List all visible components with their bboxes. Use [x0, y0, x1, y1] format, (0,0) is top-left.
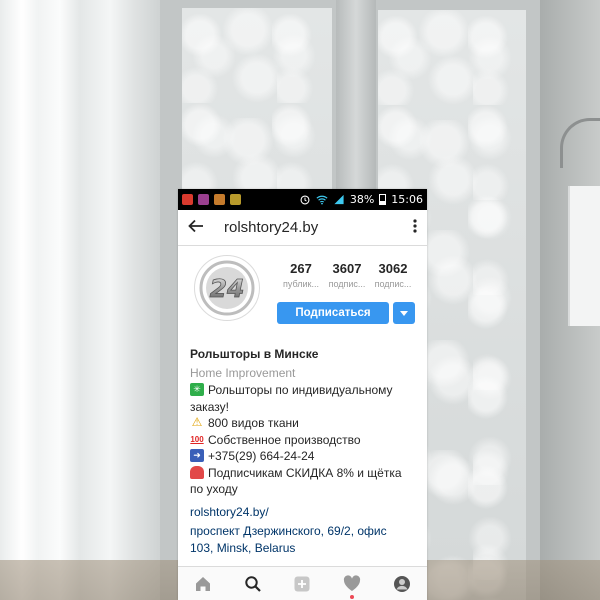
instagram-app-icon: [198, 194, 209, 205]
address-line-1: проспект Дзержинского, 69/2, офис: [190, 524, 387, 538]
address-link[interactable]: проспект Дзержинского, 69/2, офис 103, M…: [190, 523, 420, 556]
siren-emoji: [190, 465, 204, 479]
stat-following[interactable]: 3062 подпис...: [370, 261, 416, 289]
profile-display-name: Рольшторы в Минске: [190, 347, 319, 361]
bio-line-text: по уходу: [190, 482, 238, 496]
svg-text:24: 24: [210, 274, 245, 303]
profile-header: rolshtory24.by: [178, 210, 427, 246]
bio-line: Подписчикам СКИДКА 8% и щётка: [190, 465, 420, 482]
battery-percent: 38%: [349, 193, 375, 206]
home-icon[interactable]: [192, 573, 214, 595]
profile-stats: 267 публик... 3607 подпис... 3062 подпис…: [278, 261, 416, 289]
website-link[interactable]: rolshtory24.by/: [190, 504, 420, 521]
bio-line: по уходу: [190, 481, 420, 498]
bio-line-text: Собственное производство: [208, 432, 361, 447]
hundred-emoji: 100: [190, 434, 204, 444]
stat-following-label: подпис...: [374, 279, 412, 289]
status-bar: 38% 15:06: [178, 189, 427, 210]
warning-app-icon: [230, 194, 241, 205]
bio-line: ➜ +375(29) 664-24-24: [190, 448, 420, 465]
caret-down-icon: [400, 310, 408, 316]
signal-icon: [334, 194, 344, 205]
bio-line: 100 Собственное производство: [190, 432, 420, 449]
profile-avatar[interactable]: 24: [194, 255, 260, 321]
curtain: [0, 0, 160, 600]
wifi-icon: [316, 195, 328, 205]
stat-followers[interactable]: 3607 подпис...: [324, 261, 370, 289]
profile-summary: 24 267 публик... 3607 подпис... 3062 под…: [178, 246, 427, 342]
bio-line: ⚠ 800 видов ткани: [190, 415, 420, 432]
address-line-2: 103, Minsk, Belarus: [190, 540, 296, 555]
add-icon[interactable]: [291, 573, 313, 595]
phone-arrow-emoji: ➜: [190, 449, 204, 462]
bio-line: ✳ Рольшторы по индивидуальному: [190, 382, 420, 399]
photo-app-icon: [214, 194, 225, 205]
stat-posts[interactable]: 267 публик...: [278, 261, 324, 289]
bio-line-text: Подписчикам СКИДКА 8% и щётка: [208, 465, 402, 480]
suggestions-dropdown-button[interactable]: [393, 302, 415, 324]
clock-time: 15:06: [391, 193, 423, 206]
arrow-left-icon[interactable]: [188, 218, 208, 238]
stat-followers-count: 3607: [332, 261, 362, 276]
logo-24-icon: 24: [199, 260, 255, 316]
stat-followers-label: подпис...: [328, 279, 366, 289]
heart-icon[interactable]: [341, 573, 363, 599]
video-app-icon: [182, 194, 193, 205]
notification-dot: [350, 594, 355, 599]
battery-icon: [379, 194, 387, 205]
profile-username: rolshtory24.by: [224, 219, 319, 236]
floor-lamp: [568, 186, 600, 326]
follow-button[interactable]: Подписаться: [277, 302, 389, 324]
profile-avatar-icon[interactable]: [391, 573, 413, 595]
notification-icons: [182, 194, 241, 205]
stat-posts-label: публик...: [283, 279, 319, 289]
bio-line-text: заказу!: [190, 399, 229, 414]
bio-line: заказу!: [190, 399, 420, 416]
search-icon[interactable]: [242, 573, 264, 595]
alarm-icon: [300, 195, 310, 205]
bio-line-text: Рольшторы по индивидуальному: [208, 383, 393, 397]
stat-posts-count: 267: [290, 261, 312, 276]
bio-line-text: 800 видов ткани: [208, 416, 299, 430]
bio-line-text: +375(29) 664-24-24: [208, 449, 315, 463]
bottom-navigation: [178, 566, 427, 600]
profile-bio: Рольшторы в Минске Home Improvement ✳ Ро…: [190, 346, 420, 556]
stat-following-count: 3062: [378, 261, 408, 276]
phone-screen: 38% 15:06 rolshtory24.by 24 267 публик..…: [178, 189, 427, 600]
profile-category: Home Improvement: [190, 365, 296, 380]
vertical-dots-icon[interactable]: [413, 219, 417, 236]
green-sparkle-emoji: ✳: [190, 383, 204, 396]
warning-emoji: ⚠: [191, 415, 203, 429]
